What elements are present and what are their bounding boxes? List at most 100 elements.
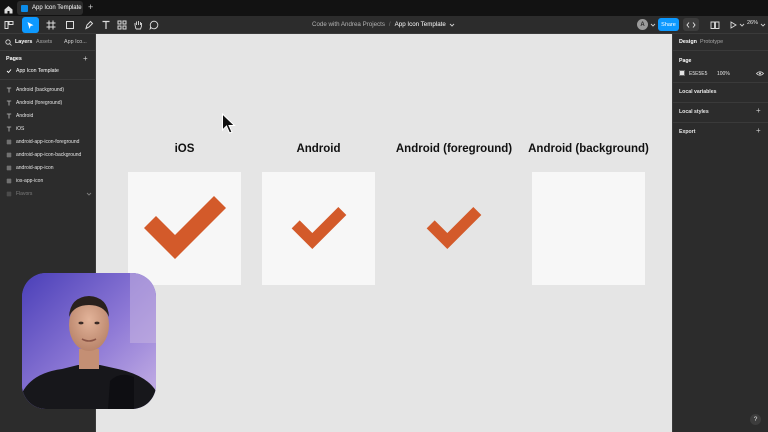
text-layer-icon <box>6 113 12 119</box>
pen-tool-button[interactable] <box>82 17 96 33</box>
local-variables-section[interactable]: Local variables <box>673 82 768 102</box>
resources-tool-button[interactable] <box>116 17 128 33</box>
play-icon <box>730 21 737 29</box>
frame-icon <box>46 20 56 30</box>
text-layer-icon <box>6 126 12 132</box>
right-panel-tabs: Design Prototype <box>673 34 768 51</box>
layer-label: android-app-icon <box>16 165 54 171</box>
layer-label: ios-app-icon <box>16 178 44 184</box>
layer-label: android-app-icon-background <box>16 152 82 158</box>
ios-app-icon-frame[interactable] <box>128 172 241 285</box>
chevron-down-icon[interactable] <box>449 22 455 28</box>
new-tab-button[interactable]: + <box>88 2 93 13</box>
library-button[interactable] <box>709 17 721 33</box>
page-color-hex[interactable]: E5E5E5 <box>689 71 707 77</box>
page-section-header: Page <box>679 58 692 64</box>
layer-label: iOS <box>16 126 25 132</box>
layer-item[interactable]: Android <box>6 111 33 121</box>
android-app-icon-background-frame[interactable] <box>532 172 645 285</box>
shape-tool-button[interactable] <box>63 17 77 33</box>
frame-layer-icon <box>6 178 12 184</box>
text-tool-button[interactable] <box>100 17 112 33</box>
hand-tool-button[interactable] <box>132 17 144 33</box>
eye-icon[interactable] <box>756 70 764 77</box>
figma-file-icon <box>21 4 28 12</box>
search-icon[interactable] <box>5 39 12 46</box>
layer-item[interactable]: Flavors <box>6 189 32 199</box>
layer-item[interactable]: Android (foreground) <box>6 98 62 108</box>
move-tool-button[interactable] <box>22 17 39 33</box>
shape-icon <box>66 21 74 29</box>
tab-assets[interactable]: Assets <box>36 39 52 45</box>
layer-label: android-app-icon-foreground <box>16 139 80 145</box>
frame-layer-icon <box>6 152 12 158</box>
layer-item[interactable]: android-app-icon <box>6 163 54 173</box>
browser-tab-title: App Icon Template <box>32 5 82 11</box>
android-app-icon-frame[interactable] <box>262 172 375 285</box>
zoom-level[interactable]: 26% <box>747 20 758 26</box>
help-button[interactable]: ? <box>750 414 761 425</box>
layer-item[interactable]: Android (background) <box>6 85 64 95</box>
pen-icon <box>85 20 94 30</box>
browser-title-bar: App Icon Template + <box>0 0 768 16</box>
frame-title-android-background: Android (background) <box>528 143 649 155</box>
design-canvas[interactable]: iOS Android Android (foreground) Android… <box>96 34 672 432</box>
layer-label: Android <box>16 113 34 119</box>
present-button[interactable] <box>727 17 739 33</box>
webcam-overlay <box>22 273 156 409</box>
chevron-down-icon[interactable] <box>86 191 92 197</box>
file-breadcrumb: Code with Andrea Projects / App Icon Tem… <box>312 16 455 33</box>
tab-prototype[interactable]: Prototype <box>700 39 723 45</box>
tab-design[interactable]: Design <box>679 39 697 45</box>
file-name[interactable]: App Icon Template <box>395 21 446 28</box>
chevron-down-icon[interactable] <box>739 22 745 28</box>
checkmark-icon <box>143 195 226 259</box>
frame-tool-button[interactable] <box>44 17 58 33</box>
hand-icon <box>134 21 142 30</box>
main-toolbar: Code with Andrea Projects / App Icon Tem… <box>0 16 768 34</box>
frame-layer-icon <box>6 191 12 197</box>
dev-mode-toggle[interactable] <box>683 18 699 31</box>
left-panel-tabs: Layers Assets App Ico... <box>0 34 96 51</box>
chevron-down-icon[interactable] <box>760 22 766 28</box>
add-page-button[interactable]: + <box>83 54 88 63</box>
browser-tab[interactable]: App Icon Template <box>17 1 83 15</box>
main-menu-icon[interactable] <box>3 17 15 33</box>
frame-title-android-foreground: Android (foreground) <box>395 143 513 155</box>
properties-panel: Design Prototype Page E5E5E5 100% Local … <box>672 34 768 432</box>
layer-item[interactable]: android-app-icon-background <box>6 150 81 160</box>
local-styles-section[interactable]: Local styles + <box>673 102 768 122</box>
add-export-button[interactable]: + <box>756 126 761 135</box>
share-button[interactable]: Share <box>658 18 679 31</box>
android-app-icon-foreground-frame[interactable] <box>397 172 510 285</box>
presenter-video-image <box>22 273 156 409</box>
checkmark-icon <box>426 206 481 249</box>
export-label: Export <box>679 129 696 135</box>
frame-layer-icon <box>6 139 12 145</box>
frame-title-ios: iOS <box>174 143 195 155</box>
page-color-swatch[interactable] <box>679 70 685 76</box>
frame-title-android: Android <box>296 143 341 155</box>
avatar[interactable]: A <box>637 19 648 30</box>
text-layer-icon <box>6 87 12 93</box>
project-name[interactable]: Code with Andrea Projects <box>312 21 385 28</box>
chevron-down-icon[interactable] <box>650 22 656 28</box>
local-variables-label: Local variables <box>679 89 717 95</box>
add-style-button[interactable]: + <box>756 106 761 115</box>
layer-item[interactable]: iOS <box>6 124 24 134</box>
layer-label: Android (background) <box>16 87 65 93</box>
layer-item[interactable]: ios-app-icon <box>6 176 43 186</box>
checkmark-icon <box>291 206 346 249</box>
home-icon[interactable] <box>3 2 14 14</box>
tab-layers[interactable]: Layers <box>15 39 32 45</box>
page-color-opacity[interactable]: 100% <box>717 71 730 77</box>
layer-item[interactable]: android-app-icon-foreground <box>6 137 79 147</box>
layer-label: Flavors <box>16 191 33 197</box>
checkmark-icon <box>6 69 12 74</box>
text-layer-icon <box>6 100 12 106</box>
export-section[interactable]: Export + <box>673 122 768 142</box>
page-item-current[interactable]: App Icon Template <box>6 68 59 74</box>
comment-tool-button[interactable] <box>148 17 160 33</box>
page-selector[interactable]: App Ico... <box>64 39 87 45</box>
comment-icon <box>149 20 159 30</box>
